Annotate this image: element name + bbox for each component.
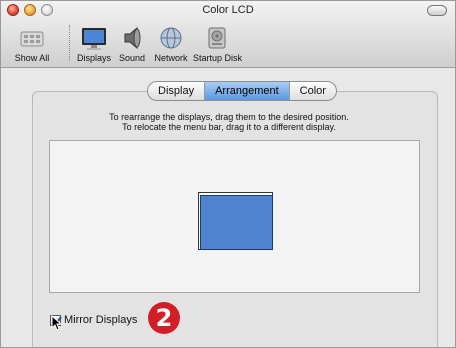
toolbar-toggle-button[interactable] — [427, 5, 447, 16]
instruction-line: To rearrange the displays, drag them to … — [109, 112, 349, 122]
show-all-icon — [18, 25, 46, 51]
tab-display[interactable]: Display — [148, 82, 204, 100]
toolbar-displays[interactable]: Displays — [75, 25, 113, 63]
startup-disk-icon — [203, 25, 231, 51]
toolbar-label: Startup Disk — [193, 53, 243, 63]
instruction-line: To relocate the menu bar, drag it to a d… — [122, 122, 336, 132]
tab-bar: Display Arrangement Color — [147, 81, 337, 101]
mirror-displays-option[interactable]: Mirror Displays — [50, 313, 137, 327]
step-number-badge: 2 — [148, 302, 180, 334]
tab-arrangement[interactable]: Arrangement — [204, 82, 289, 100]
toolbar-label: Show All — [14, 53, 50, 63]
toolbar-sound[interactable]: Sound — [117, 25, 147, 63]
title-bar: Color LCD Show All Displays Sound Networ… — [1, 1, 455, 68]
toolbar-label: Displays — [76, 53, 111, 63]
system-preferences-window: Color LCD Show All Displays Sound Networ… — [0, 0, 456, 348]
toolbar-separator — [69, 25, 70, 61]
toolbar-label: Sound — [118, 53, 146, 63]
toolbar-startup-disk[interactable]: Startup Disk — [193, 25, 243, 63]
displays-icon — [80, 25, 108, 51]
toolbar-network[interactable]: Network — [151, 25, 191, 63]
display-thumbnail[interactable] — [200, 195, 273, 250]
arrangement-instructions: To rearrange the displays, drag them to … — [1, 112, 455, 132]
preference-pane: Display Arrangement Color To rearrange t… — [1, 68, 455, 347]
network-icon — [157, 25, 185, 51]
mouse-pointer-icon — [51, 314, 63, 336]
toolbar-show-all[interactable]: Show All — [5, 25, 59, 63]
mirror-displays-label: Mirror Displays — [64, 314, 138, 326]
toolbar-label: Network — [154, 53, 188, 63]
window-title: Color LCD — [202, 4, 254, 16]
sound-icon — [118, 25, 146, 51]
tab-color[interactable]: Color — [288, 82, 336, 100]
